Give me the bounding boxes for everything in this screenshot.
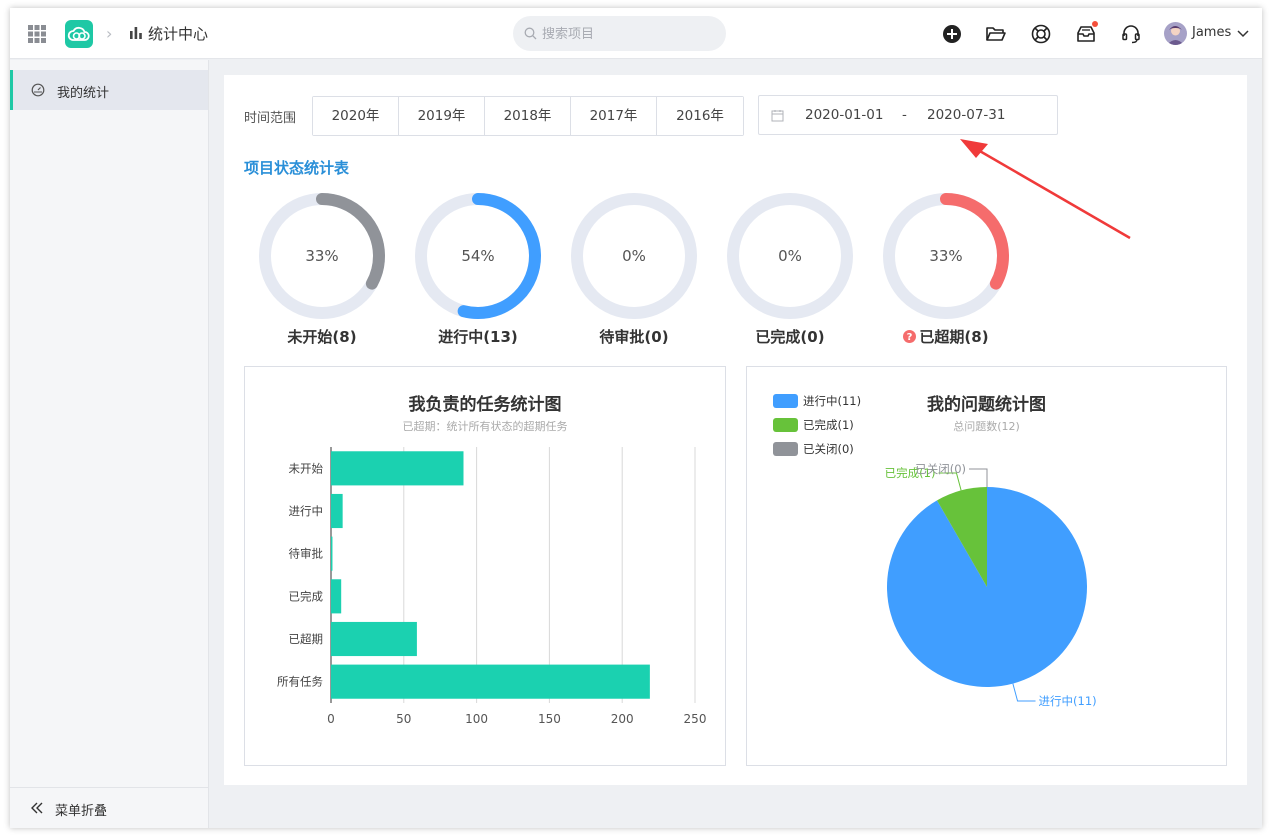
annotation-arrow — [960, 139, 1131, 240]
app-window: › 统计中心 搜索项目 James 我的统计 菜单折叠 时间范围 2020年 2… — [10, 8, 1262, 828]
